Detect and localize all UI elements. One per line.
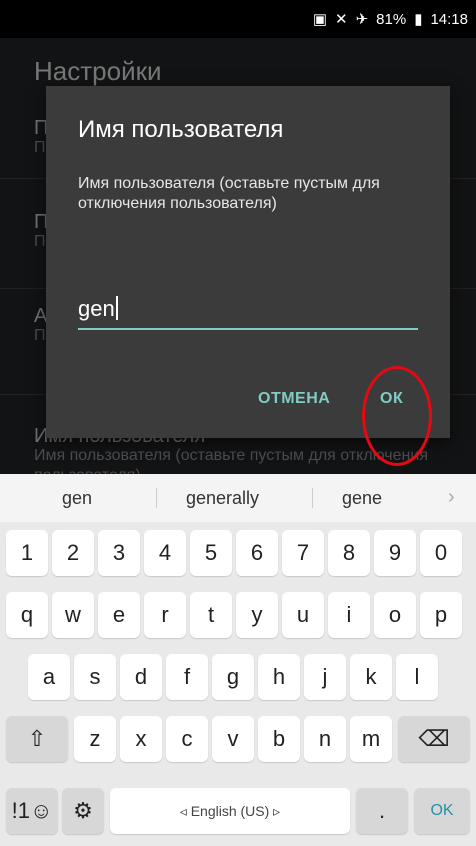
- key-9[interactable]: 9: [374, 530, 416, 576]
- key-0[interactable]: 0: [420, 530, 462, 576]
- key-o[interactable]: o: [374, 592, 416, 638]
- key-v[interactable]: v: [212, 716, 254, 762]
- key-7[interactable]: 7: [282, 530, 324, 576]
- suggestion-item[interactable]: gene: [342, 488, 382, 509]
- key-d[interactable]: d: [120, 654, 162, 700]
- shift-icon[interactable]: ⇧: [6, 716, 68, 762]
- key-3[interactable]: 3: [98, 530, 140, 576]
- suggestion-item[interactable]: gen: [62, 488, 92, 509]
- key-a[interactable]: a: [28, 654, 70, 700]
- key-5[interactable]: 5: [190, 530, 232, 576]
- text-caret: [115, 296, 118, 320]
- suggestion-item[interactable]: generally: [186, 488, 259, 509]
- key-6[interactable]: 6: [236, 530, 278, 576]
- key-k[interactable]: k: [350, 654, 392, 700]
- key-g[interactable]: g: [212, 654, 254, 700]
- key-u[interactable]: u: [282, 592, 324, 638]
- key-8[interactable]: 8: [328, 530, 370, 576]
- battery-percent: 81%: [376, 10, 407, 28]
- key-y[interactable]: y: [236, 592, 278, 638]
- key-4[interactable]: 4: [144, 530, 186, 576]
- cancel-button[interactable]: ОТМЕНА: [258, 390, 330, 408]
- key-j[interactable]: j: [304, 654, 346, 700]
- key-l[interactable]: l: [396, 654, 438, 700]
- soft-keyboard: gen generally gene › 1234567890 qwertyuio…: [0, 474, 476, 846]
- key-w[interactable]: w: [52, 592, 94, 638]
- key-r[interactable]: r: [144, 592, 186, 638]
- highlight-circle: [362, 366, 432, 466]
- key-c[interactable]: c: [166, 716, 208, 762]
- mute-icon: ✕: [335, 11, 348, 28]
- symbols-key[interactable]: !1☺: [6, 788, 58, 834]
- key-b[interactable]: b: [258, 716, 300, 762]
- dialog-message: Имя пользователя (оставьте пустым для от…: [78, 175, 380, 212]
- key-e[interactable]: e: [98, 592, 140, 638]
- key-n[interactable]: n: [304, 716, 346, 762]
- screen-mirror-icon: ▣: [312, 11, 327, 28]
- chevron-right-icon[interactable]: ›: [448, 486, 455, 509]
- settings-icon[interactable]: ⚙: [62, 788, 104, 834]
- dialog-title: Имя пользователя: [78, 116, 284, 143]
- key-2[interactable]: 2: [52, 530, 94, 576]
- period-key[interactable]: .: [356, 788, 408, 834]
- divider: [156, 488, 157, 508]
- battery-icon: ▮: [414, 11, 423, 28]
- key-1[interactable]: 1: [6, 530, 48, 576]
- username-input[interactable]: gen: [78, 296, 418, 330]
- divider: [312, 488, 313, 508]
- clock: 14:18: [430, 10, 468, 28]
- key-x[interactable]: x: [120, 716, 162, 762]
- space-key[interactable]: ◃ English (US) ▹: [110, 788, 350, 834]
- key-m[interactable]: m: [350, 716, 392, 762]
- key-s[interactable]: s: [74, 654, 116, 700]
- status-bar: ▣ ✕ ✈ 81% ▮ 14:18: [0, 0, 476, 38]
- key-h[interactable]: h: [258, 654, 300, 700]
- backspace-icon[interactable]: ⌫: [398, 716, 470, 762]
- airplane-icon: ✈: [355, 11, 369, 28]
- key-z[interactable]: z: [74, 716, 116, 762]
- username-input-value: gen: [78, 296, 118, 322]
- ok-key[interactable]: OK: [414, 788, 470, 834]
- key-p[interactable]: p: [420, 592, 462, 638]
- key-i[interactable]: i: [328, 592, 370, 638]
- suggestion-bar: gen generally gene ›: [0, 474, 476, 522]
- key-f[interactable]: f: [166, 654, 208, 700]
- key-t[interactable]: t: [190, 592, 232, 638]
- key-q[interactable]: q: [6, 592, 48, 638]
